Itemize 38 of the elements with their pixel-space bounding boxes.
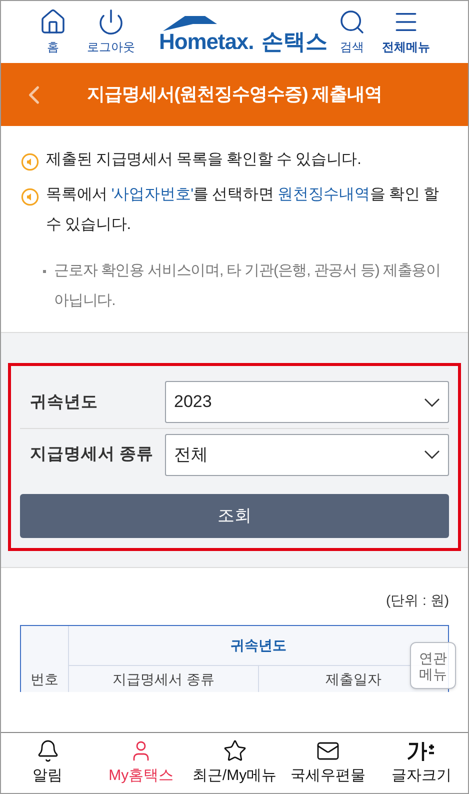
filter-label: 귀속년도 <box>29 392 99 413</box>
nav-tab[interactable]: 최근/My메뉴 <box>188 733 282 793</box>
notice-text: 제출된 지급명세서 목록을 확인할 수 있습니다. <box>46 150 361 170</box>
note-text: 근로자 확인용 서비스이며, 타 기관(은행, 관공서 등) 제출용이 아닙니다. <box>54 261 442 311</box>
home-button[interactable]: 홈 <box>39 8 67 56</box>
filter-label: 지급명세서 종류 <box>29 444 155 466</box>
logout-icon <box>97 8 125 36</box>
logout-button[interactable]: 로그아웃 <box>87 8 135 56</box>
dropdown-icon <box>424 450 440 459</box>
speaker-icon <box>21 153 39 171</box>
search-icon <box>338 8 366 36</box>
speaker-icon <box>21 188 39 206</box>
star-icon <box>222 738 247 763</box>
notice-link[interactable]: '사업자번호' <box>111 186 194 203</box>
menu-button[interactable]: 전체메뉴 <box>382 8 430 56</box>
notice-link[interactable]: 원천징수내역 <box>277 186 370 203</box>
bell-icon <box>36 738 60 763</box>
column-header: 귀속년도 <box>230 636 286 655</box>
column-header: 번호 <box>30 670 58 689</box>
nav-tab[interactable]: 국세우편물 <box>281 733 375 793</box>
nav-tab[interactable]: My홈택스 <box>94 733 188 793</box>
home-icon <box>39 8 67 36</box>
nav-tab[interactable]: 알림 <box>1 733 94 793</box>
hometax-logo[interactable]: Hometax. 손택스 <box>159 11 328 53</box>
page-title: 지급명세서(원천징수영수증) 제출내역 <box>86 83 382 106</box>
nav-tab[interactable]: 글자크기 <box>374 733 468 793</box>
bullet-icon <box>43 270 46 273</box>
search-button[interactable]: 조회 <box>20 494 449 538</box>
select-field[interactable]: 전체 <box>165 434 449 476</box>
select-field[interactable]: 2023 <box>165 381 449 423</box>
column-header: 제출일자 <box>326 670 382 689</box>
search-button[interactable]: 검색 <box>338 8 366 56</box>
column-header: 지급명세서 종류 <box>112 670 214 689</box>
house-roof-icon <box>161 14 219 32</box>
notice-text: 목록에서 '사업자번호'를 선택하면 원천징수내역을 확인 할 수 있습니다. <box>46 185 440 235</box>
unit-label: (단위 : 원) <box>386 591 449 610</box>
dropdown-icon <box>424 398 440 406</box>
related-menu-button[interactable]: 연관메뉴 <box>410 642 456 689</box>
